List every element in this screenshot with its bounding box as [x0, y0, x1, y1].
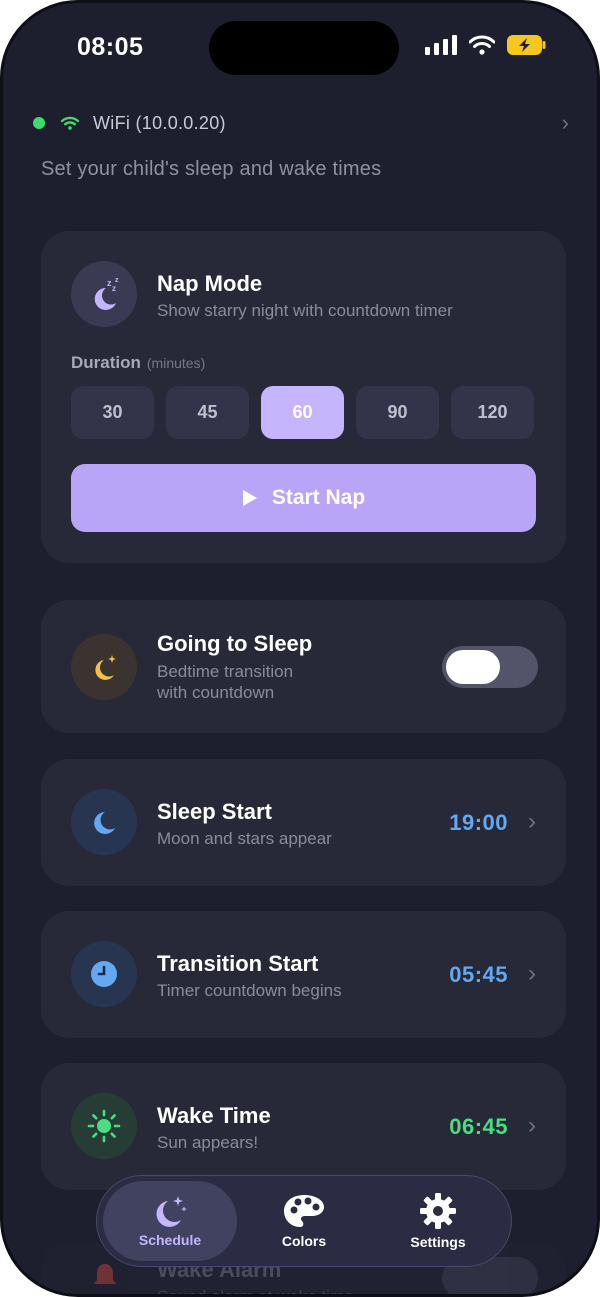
moon-sparkle-icon — [71, 634, 137, 700]
duration-label: Duration (minutes) — [71, 353, 205, 373]
duration-option-120[interactable]: 120 — [451, 386, 534, 439]
duration-option-45[interactable]: 45 — [166, 386, 249, 439]
connection-status-dot — [33, 117, 45, 129]
moon-icon — [71, 789, 137, 855]
nap-mode-card: z z z Nap Mode Show starry night with co… — [41, 231, 566, 563]
sleep-start-time: 19:00 — [449, 810, 508, 835]
duration-options: 30 45 60 90 120 — [71, 386, 536, 439]
transition-start-description: Timer countdown begins — [157, 981, 342, 1000]
tab-schedule-label: Schedule — [138, 1232, 202, 1248]
duration-unit: (minutes) — [146, 355, 206, 371]
going-to-sleep-card: Going to Sleep Bedtime transition with c… — [41, 600, 566, 733]
duration-option-60[interactable]: 60 — [261, 386, 344, 439]
page-subtitle: Set your child's sleep and wake times — [41, 158, 382, 180]
chevron-right-icon: › — [528, 1112, 536, 1139]
transition-start-time: 05:45 — [449, 962, 508, 987]
svg-text:z: z — [112, 284, 116, 293]
tab-schedule[interactable]: Schedule — [103, 1181, 237, 1261]
tab-settings-label: Settings — [410, 1234, 466, 1250]
svg-text:z: z — [115, 277, 119, 284]
nap-mode-description: Show starry night with countdown timer — [157, 301, 453, 320]
sun-icon — [71, 1093, 137, 1159]
chevron-right-icon: › — [528, 960, 536, 987]
wake-time-title: Wake Time — [157, 1103, 271, 1128]
signal-icon — [425, 35, 457, 55]
tab-settings[interactable]: Settings — [371, 1181, 505, 1261]
app-screen: 08:05 WiFi (10.0.0.20) › Set your child'… — [0, 0, 600, 1297]
chevron-right-icon: › — [528, 808, 536, 835]
tab-colors[interactable]: Colors — [237, 1181, 371, 1261]
wake-time-card[interactable]: Wake Time Sun appears! 06:45 › — [41, 1063, 566, 1190]
wake-time-time: 06:45 — [449, 1114, 508, 1139]
duration-option-90[interactable]: 90 — [356, 386, 439, 439]
battery-charging-icon — [507, 35, 546, 55]
sleep-zzz-icon: z z z — [71, 261, 137, 327]
wifi-icon — [61, 116, 79, 130]
sleep-start-description: Moon and stars appear — [157, 829, 332, 848]
tab-colors-label: Colors — [281, 1233, 327, 1249]
wake-alarm-description: Sound alarm at wake time — [157, 1287, 354, 1297]
clock-icon — [71, 941, 137, 1007]
chevron-right-icon: › — [561, 110, 569, 135]
going-to-sleep-description: Bedtime transition with countdown — [157, 661, 293, 703]
going-to-sleep-title: Going to Sleep — [157, 631, 313, 656]
sleep-start-title: Sleep Start — [157, 799, 272, 824]
connection-label: WiFi (10.0.0.20) — [93, 112, 226, 133]
connection-row[interactable]: WiFi (10.0.0.20) › — [33, 109, 569, 137]
going-to-sleep-description-line2: with countdown — [157, 683, 275, 702]
status-icons — [425, 35, 547, 55]
start-nap-label: Start Nap — [271, 486, 366, 509]
palette-icon — [284, 1195, 324, 1227]
sleep-start-card[interactable]: Sleep Start Moon and stars appear 19:00 … — [41, 759, 566, 886]
wake-time-description: Sun appears! — [157, 1133, 259, 1152]
going-to-sleep-toggle[interactable] — [442, 646, 538, 688]
dynamic-island — [209, 21, 399, 75]
nap-mode-title: Nap Mode — [157, 271, 263, 296]
transition-start-title: Transition Start — [157, 951, 319, 976]
moon-stars-icon — [156, 1196, 187, 1227]
play-icon — [242, 490, 257, 506]
wifi-status-icon — [469, 35, 495, 55]
toggle-knob — [446, 650, 500, 684]
start-nap-button[interactable]: Start Nap — [71, 464, 536, 532]
tab-bar: Schedule Colors Settings — [96, 1175, 512, 1267]
status-time: 08:05 — [77, 33, 144, 61]
duration-label-text: Duration — [71, 353, 141, 372]
bell-icon — [94, 1264, 116, 1284]
gear-icon — [420, 1193, 456, 1229]
going-to-sleep-description-line1: Bedtime transition — [157, 662, 294, 681]
transition-start-card[interactable]: Transition Start Timer countdown begins … — [41, 911, 566, 1038]
duration-option-30[interactable]: 30 — [71, 386, 154, 439]
